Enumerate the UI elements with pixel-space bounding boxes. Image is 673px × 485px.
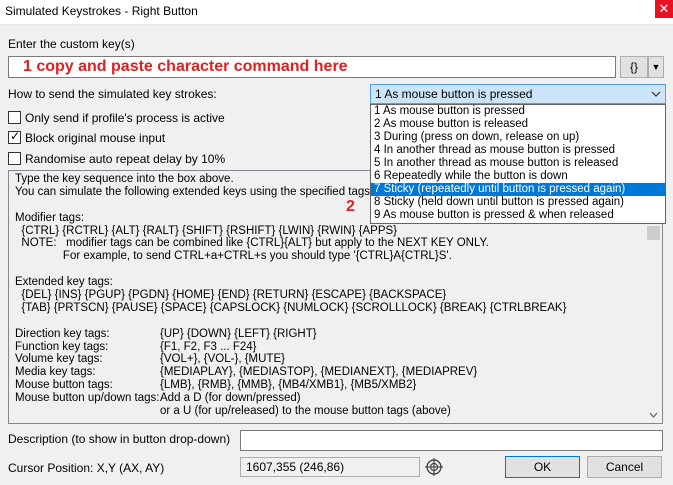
scrollbar-thumb[interactable] — [647, 226, 660, 240]
only-send-if-active-checkbox[interactable] — [8, 111, 21, 124]
dropdown-option[interactable]: 6 Repeatedly while the button is down — [371, 170, 665, 183]
randomise-delay-label: Randomise auto repeat delay by 10% — [25, 152, 226, 166]
description-label: Description (to show in button drop-down… — [8, 432, 231, 446]
dropdown-option[interactable]: 9 As mouse button is pressed & when rele… — [371, 209, 665, 222]
dropdown-option[interactable]: 4 In another thread as mouse button is p… — [371, 144, 665, 157]
help-row: Volume key tags: {VOL+}, {VOL-}, {MUTE} — [15, 353, 285, 366]
modifier-note-2: For example, to send CTRL+a+CTRL+s you s… — [15, 250, 452, 263]
crosshair-icon[interactable] — [424, 457, 444, 477]
annotation-marker-2: 2 — [346, 198, 355, 215]
tag-dropdown-button[interactable]: ▼ — [648, 56, 664, 78]
block-original-checkbox[interactable] — [8, 129, 21, 144]
send-mode-selected: 1 As mouse button is pressed — [375, 87, 533, 101]
only-send-if-active-label: Only send if profile's process is active — [25, 111, 225, 125]
dropdown-option[interactable]: 8 Sticky (held down until button is pres… — [371, 196, 665, 209]
extended-tags-2: {TAB} {PRTSCN} {PAUSE} {SPACE} {CAPSLOCK… — [15, 301, 567, 314]
tag-insert-button[interactable]: {} — [620, 56, 648, 78]
chevron-down-icon: ▼ — [651, 62, 661, 72]
ok-button[interactable]: OK — [505, 456, 580, 478]
send-mode-dropdown-list: 1 As mouse button is pressed 2 As mouse … — [370, 104, 666, 224]
close-button[interactable]: ✕ — [655, 0, 673, 18]
help-row: Mouse button up/down tags: Add a D (for d… — [15, 392, 301, 405]
scroll-down-arrow-icon[interactable] — [645, 406, 662, 423]
modifier-note-1: NOTE: modifier tags can be combined like… — [15, 237, 489, 250]
send-mode-label: How to send the simulated key strokes: — [8, 87, 217, 101]
custom-key-label: Enter the custom key(s) — [8, 37, 135, 51]
modifier-tags: {CTRL} {RCTRL} {ALT} {RALT} {SHIFT} {RSH… — [15, 224, 398, 237]
custom-key-input[interactable]: 1 copy and paste character command here — [8, 56, 616, 78]
help-row: Mouse button tags: {LMB}, {RMB}, {MMB}, {… — [15, 379, 417, 392]
help-row: or a U (for up/released) to the mouse bu… — [160, 405, 451, 418]
randomise-delay-checkbox[interactable] — [8, 152, 21, 165]
cancel-button[interactable]: Cancel — [587, 456, 662, 478]
dropdown-option[interactable]: 1 As mouse button is pressed — [371, 105, 665, 118]
dropdown-option-highlighted[interactable]: 7 Sticky (repeatedly until button is pre… — [371, 183, 665, 196]
block-original-label: Block original mouse input — [25, 131, 166, 145]
extended-heading: Extended key tags: — [15, 276, 113, 289]
dropdown-option[interactable]: 3 During (press on down, release on up) — [371, 131, 665, 144]
help-row: Direction key tags: {UP} {DOWN} {LEFT} {R… — [15, 327, 317, 340]
dropdown-option[interactable]: 5 In another thread as mouse button is r… — [371, 157, 665, 170]
window-title: Simulated Keystrokes - Right Button — [5, 4, 198, 18]
help-row: Function key tags: {F1, F2, F3 ... F24} — [15, 340, 257, 353]
cursor-position-label: Cursor Position: X,Y (AX, AY) — [8, 461, 165, 475]
description-input[interactable] — [240, 430, 663, 451]
extended-tags-1: {DEL} {INS} {PGUP} {PGDN} {HOME} {END} {… — [15, 289, 447, 302]
close-icon: ✕ — [658, 1, 670, 16]
send-mode-select[interactable]: 1 As mouse button is pressed — [370, 84, 666, 104]
help-row: Media key tags: {MEDIAPLAY}, {MEDIASTOP},… — [15, 366, 478, 379]
title-bar: Simulated Keystrokes - Right Button ✕ — [0, 0, 673, 25]
cursor-position-value: 1607,355 (246,86) — [240, 457, 420, 477]
dropdown-option[interactable]: 2 As mouse button is released — [371, 118, 665, 131]
